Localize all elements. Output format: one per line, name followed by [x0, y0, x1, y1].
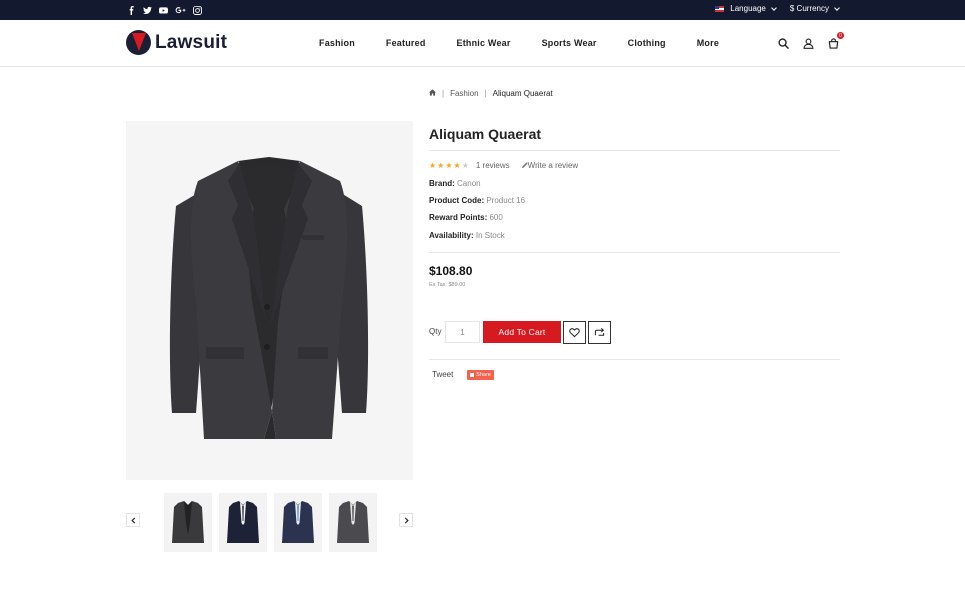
main-nav: Fashion Featured Ethnic Wear Sports Wear… — [319, 38, 750, 48]
logo-mark-icon — [126, 30, 151, 55]
thumbnail-next-button[interactable] — [399, 513, 413, 527]
divider — [429, 150, 840, 151]
chevron-down-icon — [771, 4, 777, 11]
star-icon: ★ — [437, 160, 445, 170]
currency-label: $ Currency — [789, 4, 829, 13]
star-rating: ★ ★ ★ ★ ★ — [429, 160, 469, 170]
brand-label: Brand: — [429, 179, 455, 188]
product-code-value: Product 16 — [486, 196, 526, 205]
write-review-link[interactable]: Write a review — [528, 161, 579, 170]
reviews-link[interactable]: 1 reviews — [476, 161, 510, 170]
facebook-icon[interactable] — [126, 4, 136, 16]
star-icon: ★ — [453, 160, 461, 170]
nav-item-clothing[interactable]: Clothing — [628, 38, 666, 48]
reward-points-value: 600 — [489, 213, 503, 222]
home-icon[interactable] — [429, 89, 436, 98]
navy-suit-thumbnail[interactable] — [219, 493, 267, 552]
product-price: $108.80 — [429, 264, 473, 278]
breadcrumb-item-current: Aliquam Quaerat — [492, 89, 553, 98]
language-dropdown[interactable]: Language — [715, 4, 777, 13]
youtube-icon[interactable] — [158, 4, 168, 16]
nav-item-ethnic-wear[interactable]: Ethnic Wear — [457, 38, 511, 48]
top-right-menus: Language $ Currency — [715, 4, 840, 13]
product-title: Aliquam Quaerat — [429, 126, 542, 142]
thumbnail-strip — [164, 493, 377, 552]
star-icon: ★ — [429, 160, 437, 170]
nav-item-sports-wear[interactable]: Sports Wear — [542, 38, 597, 48]
google-plus-icon[interactable] — [174, 4, 186, 16]
twitter-icon[interactable] — [142, 4, 152, 16]
blue-suit-thumbnail[interactable] — [274, 493, 322, 552]
grey-suit-thumbnail[interactable] — [329, 493, 377, 552]
compare-button[interactable] — [588, 321, 611, 344]
header-icons: 0 — [778, 32, 844, 49]
reward-points-row: Reward Points: 600 — [429, 213, 503, 222]
cart-icon[interactable]: 0 — [828, 32, 844, 49]
rating-row: ★ ★ ★ ★ ★ 1 reviews Write a review — [429, 161, 578, 170]
cart-count-badge: 0 — [837, 32, 844, 39]
user-icon[interactable] — [803, 36, 814, 49]
breadcrumb-item-fashion[interactable]: Fashion — [450, 89, 478, 98]
instagram-icon[interactable] — [192, 4, 202, 16]
star-icon: ★ — [445, 160, 453, 170]
product-main-image[interactable] — [126, 121, 413, 480]
suit-jacket-image — [169, 157, 369, 439]
logo-text: Lawsuit — [155, 31, 228, 53]
star-empty-icon: ★ — [461, 160, 469, 170]
nav-item-more[interactable]: More — [697, 38, 719, 48]
header: Lawsuit Fashion Featured Ethnic Wear Spo… — [0, 20, 965, 67]
logo[interactable]: Lawsuit — [126, 30, 227, 55]
nav-item-fashion[interactable]: Fashion — [319, 38, 355, 48]
share-button[interactable]: Share — [467, 370, 494, 380]
chevron-left-icon — [130, 516, 135, 524]
heart-icon — [569, 328, 580, 338]
availability-value: In Stock — [475, 231, 505, 240]
breadcrumb: | Fashion | Aliquam Quaerat — [429, 89, 553, 98]
language-label: Language — [730, 4, 766, 13]
add-to-cart-button[interactable]: Add To Cart — [483, 321, 561, 343]
search-icon[interactable] — [778, 36, 789, 49]
compare-icon — [594, 328, 605, 336]
product-code-row: Product Code: Product 16 — [429, 196, 525, 205]
currency-dropdown[interactable]: $ Currency — [789, 4, 840, 13]
reward-points-label: Reward Points: — [429, 213, 488, 222]
availability-label: Availability: — [429, 231, 474, 240]
share-icon — [470, 373, 475, 377]
qty-label: Qty — [429, 327, 442, 336]
availability-row: Availability: In Stock — [429, 231, 505, 240]
chevron-down-icon — [834, 4, 840, 11]
social-links — [126, 4, 202, 16]
divider — [429, 252, 840, 253]
brand-row: Brand: Canon — [429, 179, 481, 188]
share-label: Share — [476, 372, 491, 378]
divider — [429, 359, 840, 360]
chevron-right-icon — [404, 516, 409, 524]
black-suit-thumbnail[interactable] — [164, 493, 212, 552]
tweet-button[interactable]: Tweet — [432, 370, 453, 379]
flag-icon — [715, 5, 725, 12]
brand-value[interactable]: Canon — [457, 179, 481, 188]
ex-tax-price: Ex Tax: $89.00 — [429, 282, 466, 288]
thumbnail-prev-button[interactable] — [126, 513, 140, 527]
quantity-input[interactable]: 1 — [445, 321, 480, 343]
wishlist-button[interactable] — [563, 321, 586, 344]
product-code-label: Product Code: — [429, 196, 485, 205]
nav-item-featured[interactable]: Featured — [386, 38, 426, 48]
top-bar: Language $ Currency — [0, 0, 965, 20]
